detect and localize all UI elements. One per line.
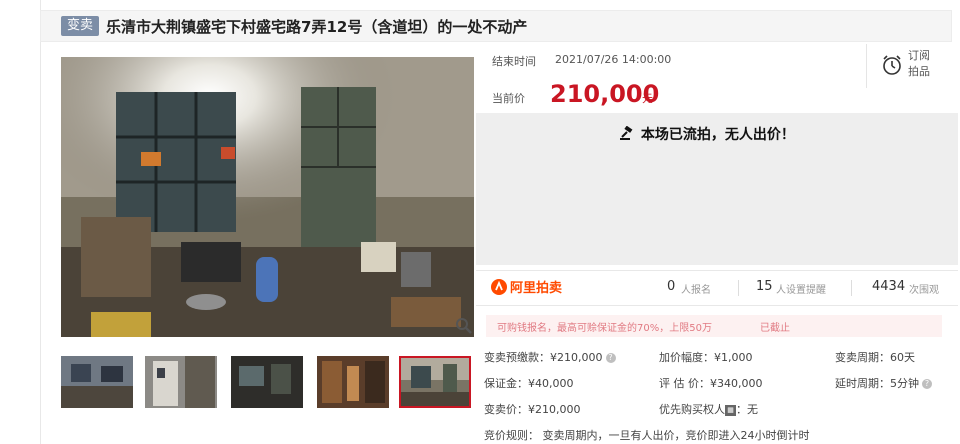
divider <box>851 280 852 296</box>
alarm-clock-icon <box>881 54 903 80</box>
bidding-rules: 竞价规则： 变卖周期内，一旦有人出价，竞价即进入24小时倒计时 <box>484 429 810 442</box>
signup-count: 0 <box>667 279 676 294</box>
info-square-icon[interactable]: ▦ <box>725 404 736 416</box>
thumbnail[interactable] <box>231 356 303 408</box>
priority-buyer-info: 优先购买权人 ▦ ：无 <box>659 403 758 416</box>
thumbnail[interactable] <box>145 356 217 408</box>
view-label: 次围观 <box>909 285 939 296</box>
price-unit: 元 <box>642 92 653 105</box>
zoom-icon[interactable] <box>454 316 474 336</box>
gavel-icon <box>620 125 641 143</box>
ali-auction-logo-icon <box>491 279 507 299</box>
thumbnail[interactable] <box>61 356 133 408</box>
end-time-label: 结束时间 <box>492 55 536 68</box>
help-icon[interactable]: ? <box>922 379 932 389</box>
main-photo[interactable] <box>61 57 474 337</box>
thumbnail[interactable] <box>317 356 389 408</box>
end-time-value: 2021/07/26 14:00:00 <box>555 53 672 66</box>
current-price-label: 当前价 <box>492 92 525 105</box>
view-count: 4434 <box>872 279 906 294</box>
guarantee-info: 保证金：¥40,000 <box>484 377 574 390</box>
delay-info: 延时周期：5分钟? <box>835 375 932 391</box>
title-bar: 变卖 乐清市大荆镇盛宅下村盛宅路7弄12号（含道坦）的一处不动产 <box>40 10 952 42</box>
increment-info: 加价幅度：¥1,000 <box>659 351 753 364</box>
reminder-count: 15 <box>756 279 773 294</box>
subscribe-label: 订阅 拍品 <box>908 49 930 78</box>
page-title: 乐清市大荆镇盛宅下村盛宅路7弄12号（含道坦）的一处不动产 <box>106 18 528 36</box>
reminder-label: 人设置提醒 <box>776 285 826 296</box>
sale-price-info: 变卖价：¥210,000 <box>484 403 581 416</box>
divider <box>738 280 739 296</box>
deposit-info: 变卖预缴款：¥210,000? <box>484 349 616 365</box>
signup-label: 人报名 <box>681 285 711 296</box>
ali-auction-logo: 阿里拍卖 <box>510 281 563 296</box>
auction-status-message: 本场已流拍，无人出价！ <box>620 124 795 144</box>
thumbnail-active[interactable] <box>399 356 471 408</box>
loan-notice-status: 已截止 <box>760 323 790 334</box>
loan-notice-text: 可购钱报名，最高可赊保证金的70%，上限50万 <box>497 323 712 334</box>
sale-type-tag: 变卖 <box>61 16 100 36</box>
period-info: 变卖周期：60天 <box>835 351 915 364</box>
help-icon[interactable]: ? <box>605 353 616 363</box>
appraisal-info: 评 估 价：¥340,000 <box>659 377 763 390</box>
